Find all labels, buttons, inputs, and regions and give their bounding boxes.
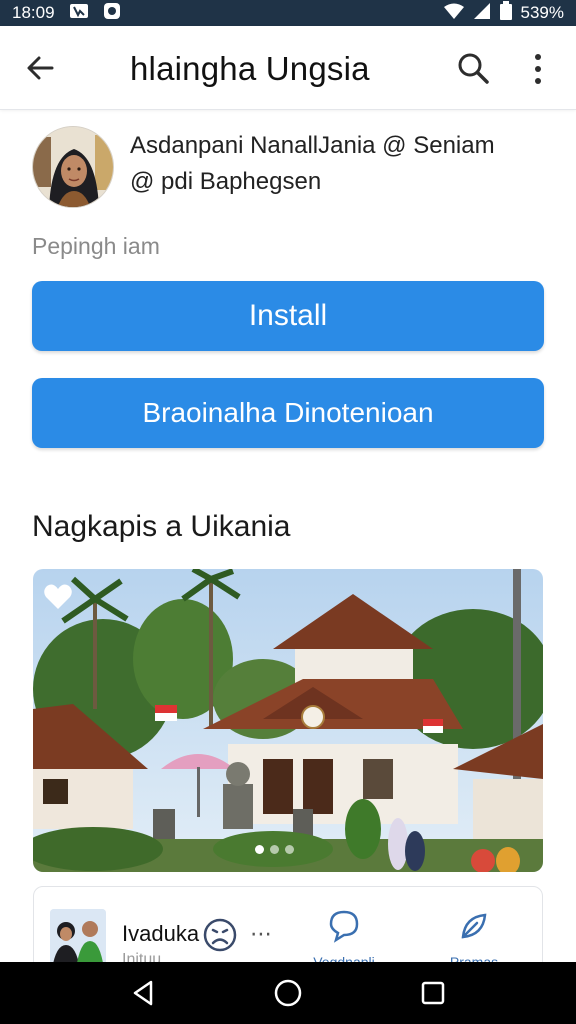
favorite-heart-icon[interactable] [43, 583, 73, 611]
back-arrow-icon[interactable] [22, 50, 58, 86]
developer-name[interactable]: Asdanpani NanallJania @ Seniam [130, 132, 495, 160]
app-bar: hlaingha Ungsia [0, 26, 576, 110]
nav-back-icon[interactable] [123, 973, 163, 1013]
status-time: 18:09 [12, 3, 55, 22]
card-action-share[interactable]: Pramas [434, 909, 514, 970]
screenshot-gallery[interactable] [33, 569, 543, 872]
secondary-action-button[interactable]: Braoinalha Dinotenioan [32, 378, 544, 448]
page-dot[interactable] [285, 845, 294, 854]
page-dot[interactable] [270, 845, 279, 854]
page-dot[interactable] [255, 845, 264, 854]
more-vert-icon[interactable] [528, 52, 548, 86]
share-leaf-icon [457, 909, 491, 948]
system-nav-bar [0, 962, 576, 1024]
card-more-icon[interactable]: ⋯ [250, 921, 272, 947]
nav-recents-icon[interactable] [413, 973, 453, 1013]
notification-icon [69, 3, 89, 24]
app-meta-label: Pepingh iam [32, 233, 160, 259]
signal-icon [473, 2, 491, 25]
wifi-icon [443, 2, 465, 25]
chat-bubble-icon [327, 909, 361, 948]
card-action-discuss[interactable]: Vegdnapli [304, 909, 384, 970]
battery-percentage: 539% [520, 3, 564, 22]
developer-subtitle: @ pdi Baphegsen [130, 168, 322, 195]
gallery-page-indicator [255, 845, 294, 854]
card-title: Ivaduka [122, 921, 200, 946]
card-thumbnail [50, 909, 106, 969]
battery-icon [499, 0, 513, 26]
nav-home-icon[interactable] [268, 973, 308, 1013]
install-button[interactable]: Install [32, 281, 544, 351]
reaction-face-icon[interactable] [202, 917, 238, 953]
section-title: Nagkapis a Uikania [32, 510, 291, 543]
search-icon[interactable] [455, 50, 491, 86]
page-title: hlaingha Ungsia [130, 50, 370, 87]
app-notification-icon [103, 2, 121, 25]
developer-avatar [32, 126, 114, 208]
status-bar: 18:09 539% [0, 0, 576, 26]
